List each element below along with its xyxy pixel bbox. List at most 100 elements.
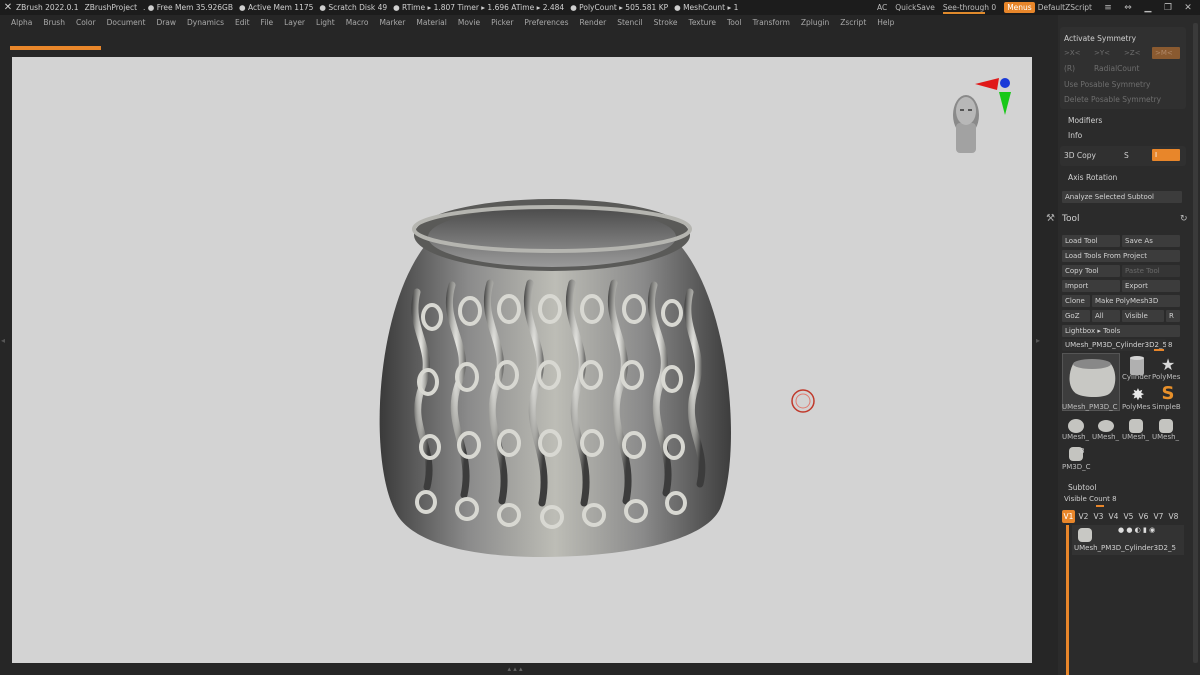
- goz-visible-button[interactable]: Visible: [1122, 310, 1164, 322]
- current-tool-slider-bar: [1154, 349, 1164, 351]
- menu-preferences[interactable]: Preferences: [524, 18, 568, 27]
- goz-button[interactable]: GoZ: [1062, 310, 1090, 322]
- sym-m-button[interactable]: >M<: [1152, 47, 1180, 59]
- menu-zscript[interactable]: Zscript: [840, 18, 866, 27]
- right-tray-grip-icon[interactable]: ▸: [1036, 336, 1044, 352]
- copy-3d-section: 3D Copy S I: [1060, 146, 1186, 166]
- document-canvas[interactable]: [12, 57, 1032, 663]
- sym-y-button[interactable]: >Y<: [1094, 49, 1110, 57]
- left-tray-grip-icon[interactable]: ◂: [1, 336, 9, 352]
- restore-icon[interactable]: ❐: [1160, 3, 1176, 13]
- menu-tool[interactable]: Tool: [727, 18, 742, 27]
- info-header[interactable]: Info: [1068, 131, 1082, 140]
- tab-v2[interactable]: V2: [1077, 510, 1090, 523]
- menu-color[interactable]: Color: [76, 18, 96, 27]
- polymesh-star-icon-2[interactable]: ✸: [1124, 385, 1152, 405]
- tab-v7[interactable]: V7: [1152, 510, 1165, 523]
- menu-document[interactable]: Document: [107, 18, 146, 27]
- make-polymesh-button[interactable]: Make PolyMesh3D: [1092, 295, 1180, 307]
- tab-v8[interactable]: V8: [1167, 510, 1180, 523]
- tab-v4[interactable]: V4: [1107, 510, 1120, 523]
- close-icon[interactable]: ✕: [1180, 3, 1196, 13]
- tab-v1[interactable]: V1: [1062, 510, 1075, 523]
- menu-material[interactable]: Material: [416, 18, 446, 27]
- menu-zplugin[interactable]: Zplugin: [801, 18, 829, 27]
- activate-symmetry-button[interactable]: Activate Symmetry: [1064, 34, 1136, 43]
- quicksave-button[interactable]: QuickSave: [895, 3, 935, 12]
- use-posable-symmetry-button[interactable]: Use Posable Symmetry: [1064, 80, 1150, 89]
- menu-movie[interactable]: Movie: [458, 18, 480, 27]
- see-through-slider[interactable]: See-through 0: [942, 3, 997, 14]
- goz-r-button[interactable]: R: [1166, 310, 1180, 322]
- menu-transform[interactable]: Transform: [753, 18, 790, 27]
- menu-help[interactable]: Help: [877, 18, 894, 27]
- analyze-subtool-button[interactable]: Analyze Selected Subtool: [1062, 191, 1182, 203]
- menus-button[interactable]: Menus: [1004, 2, 1035, 13]
- menu-dynamics[interactable]: Dynamics: [187, 18, 224, 27]
- export-button[interactable]: Export: [1122, 280, 1180, 292]
- lightbox-tools-button[interactable]: Lightbox ▸ Tools: [1062, 325, 1180, 337]
- modifiers-header[interactable]: Modifiers: [1068, 116, 1102, 125]
- tool-title[interactable]: Tool: [1062, 214, 1079, 224]
- copy-3d-s[interactable]: S: [1124, 151, 1129, 160]
- bottom-tray-grip-icon[interactable]: ▴ ▴ ▴: [480, 666, 550, 673]
- menu-render[interactable]: Render: [580, 18, 607, 27]
- tool-thumb-label-5: UMesh_: [1062, 433, 1090, 441]
- tab-v5[interactable]: V5: [1122, 510, 1135, 523]
- subtool-list-scrollbar[interactable]: [1066, 525, 1069, 675]
- sym-x-button[interactable]: >X<: [1064, 49, 1081, 57]
- copy-3d-i-button[interactable]: I: [1152, 149, 1180, 161]
- menu-stencil[interactable]: Stencil: [617, 18, 642, 27]
- menu-texture[interactable]: Texture: [689, 18, 716, 27]
- menu-brush[interactable]: Brush: [43, 18, 65, 27]
- copy-tool-button[interactable]: Copy Tool: [1062, 265, 1120, 277]
- menu-alpha[interactable]: Alpha: [11, 18, 32, 27]
- subtool-header[interactable]: Subtool: [1068, 483, 1096, 492]
- import-button[interactable]: Import: [1062, 280, 1120, 292]
- save-as-button[interactable]: Save As: [1122, 235, 1180, 247]
- tray-scrollbar[interactable]: [1193, 23, 1198, 663]
- clone-button[interactable]: Clone: [1062, 295, 1090, 307]
- simple-brush-icon[interactable]: S: [1154, 383, 1182, 405]
- arrows-icon[interactable]: ⇔: [1120, 3, 1136, 13]
- load-tool-button[interactable]: Load Tool: [1062, 235, 1120, 247]
- axis-rotation-header[interactable]: Axis Rotation: [1068, 173, 1117, 182]
- document-tab-indicator[interactable]: [10, 46, 101, 50]
- radial-count-slider[interactable]: RadialCount: [1094, 64, 1139, 73]
- copy-3d-button[interactable]: 3D Copy: [1064, 151, 1096, 160]
- sym-z-button[interactable]: >Z<: [1124, 49, 1141, 57]
- load-tools-from-project-button[interactable]: Load Tools From Project: [1062, 250, 1180, 262]
- tab-v6[interactable]: V6: [1137, 510, 1150, 523]
- radial-r-button[interactable]: (R): [1064, 64, 1075, 73]
- menu-marker[interactable]: Marker: [379, 18, 405, 27]
- minimize-icon[interactable]: ▁: [1140, 3, 1156, 13]
- axis-gizmo-icon[interactable]: [975, 78, 1011, 115]
- subtool-item[interactable]: ● ● ◐ ▮ ◉ UMesh_PM3D_Cylinder3D2_5: [1072, 525, 1184, 555]
- navigation-head-icon[interactable]: [953, 95, 979, 153]
- menu-stroke[interactable]: Stroke: [654, 18, 678, 27]
- menu-layer[interactable]: Layer: [284, 18, 305, 27]
- title-bar: ✕ ZBrush 2022.0.1 ZBrushProject . ● Free…: [0, 0, 1200, 15]
- menu-file[interactable]: File: [261, 18, 274, 27]
- subtool-toggles-icon[interactable]: ● ● ◐ ▮ ◉: [1118, 526, 1155, 534]
- polymesh-star-icon[interactable]: ★: [1154, 355, 1182, 375]
- refresh-icon[interactable]: ↻: [1180, 214, 1188, 224]
- brush-cursor-icon: [791, 389, 815, 413]
- menu-macro[interactable]: Macro: [346, 18, 369, 27]
- tool-thumb-cylinder[interactable]: [1124, 355, 1152, 375]
- menu-picker[interactable]: Picker: [491, 18, 513, 27]
- goz-all-button[interactable]: All: [1092, 310, 1120, 322]
- menu-draw[interactable]: Draw: [156, 18, 176, 27]
- tab-v3[interactable]: V3: [1092, 510, 1105, 523]
- visible-count-slider[interactable]: Visible Count 8: [1064, 495, 1117, 503]
- menu-light[interactable]: Light: [316, 18, 335, 27]
- ac-button[interactable]: AC: [877, 3, 887, 12]
- menu-edit[interactable]: Edit: [235, 18, 250, 27]
- window-menu-icon[interactable]: ≡: [1100, 3, 1116, 13]
- tool-thumb-pm3d[interactable]: [1062, 445, 1090, 463]
- see-through-label: See-through 0: [942, 3, 997, 12]
- delete-posable-symmetry-button[interactable]: Delete Posable Symmetry: [1064, 95, 1161, 104]
- current-tool-slider[interactable]: UMesh_PM3D_Cylinder3D2_5: [1062, 339, 1166, 351]
- default-zscript-button[interactable]: DefaultZScript: [1038, 3, 1092, 12]
- paste-tool-button[interactable]: Paste Tool: [1122, 265, 1180, 277]
